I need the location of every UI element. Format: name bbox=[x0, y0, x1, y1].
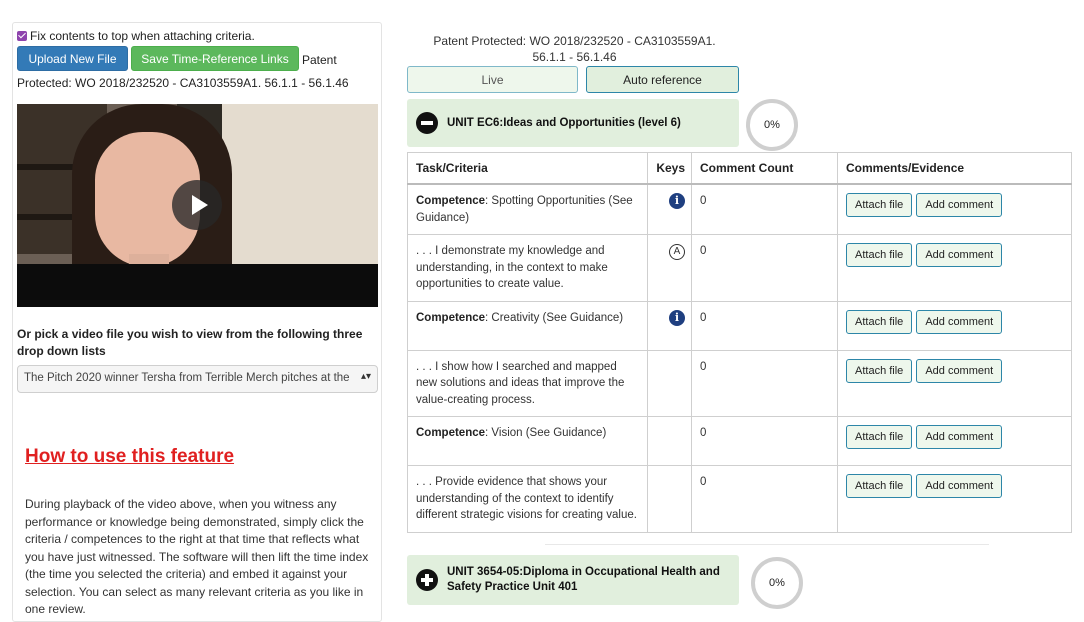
table-row[interactable]: . . . I show how I searched and mapped n… bbox=[407, 349, 1072, 417]
keys-cell: i bbox=[647, 183, 692, 235]
add-comment-button[interactable]: Add comment bbox=[916, 358, 1003, 383]
criteria-cell[interactable]: . . . Provide evidence that shows your u… bbox=[407, 465, 648, 533]
select-arrows-icon: ▴▾ bbox=[360, 371, 371, 382]
patent-text-inline: Patent bbox=[302, 53, 337, 67]
pick-video-label: Or pick a video file you wish to view fr… bbox=[17, 327, 363, 358]
comments-cell: Attach file Add comment bbox=[837, 349, 1072, 417]
attach-file-button[interactable]: Attach file bbox=[846, 193, 913, 217]
comments-cell: Attach file Add comment bbox=[837, 416, 1072, 466]
criteria-text: . . . I demonstrate my knowledge and und… bbox=[416, 245, 608, 290]
assessment-a-icon[interactable]: A bbox=[669, 244, 685, 260]
table-row[interactable]: . . . Provide evidence that shows your u… bbox=[407, 465, 1072, 533]
criteria-cell[interactable]: . . . I show how I searched and mapped n… bbox=[407, 349, 648, 417]
comment-count-cell: 0 bbox=[691, 465, 838, 533]
save-time-reference-links-button[interactable]: Save Time-Reference Links bbox=[131, 46, 299, 71]
criteria-label: Competence bbox=[416, 195, 486, 207]
table-row[interactable]: Competence: Spotting Opportunities (See … bbox=[407, 183, 1072, 235]
criteria-label: Competence bbox=[416, 311, 486, 324]
keys-cell: A bbox=[647, 234, 692, 302]
video-select-value: The Pitch 2020 winner Tersha from Terrib… bbox=[24, 372, 350, 384]
table-row[interactable]: Competence: Creativity (See Guidance) i … bbox=[407, 300, 1072, 351]
auto-reference-button[interactable]: Auto reference bbox=[586, 66, 739, 93]
unit-ec6-header[interactable]: UNIT EC6:Ideas and Opportunities (level … bbox=[407, 99, 739, 147]
attach-file-button[interactable]: Attach file bbox=[846, 243, 913, 267]
section-divider bbox=[545, 544, 989, 545]
instructions-text: During playback of the video above, when… bbox=[25, 497, 369, 616]
expand-plus-icon[interactable] bbox=[416, 569, 438, 591]
criteria-cell[interactable]: Competence: Vision (See Guidance) bbox=[407, 416, 648, 466]
comments-cell: Attach file Add comment bbox=[837, 183, 1072, 235]
table-row[interactable]: . . . I demonstrate my knowledge and und… bbox=[407, 234, 1072, 302]
add-comment-button[interactable]: Add comment bbox=[916, 425, 1003, 449]
attach-file-button[interactable]: Attach file bbox=[846, 474, 913, 498]
add-comment-button[interactable]: Add comment bbox=[916, 309, 1003, 334]
video-player[interactable] bbox=[17, 104, 378, 307]
play-icon bbox=[192, 195, 208, 215]
attach-file-button[interactable]: Attach file bbox=[846, 425, 913, 449]
add-comment-button[interactable]: Add comment bbox=[916, 474, 1003, 498]
play-button[interactable] bbox=[172, 180, 222, 230]
keys-header: Keys bbox=[647, 152, 692, 185]
unit-3654-title: UNIT 3654-05:Diploma in Occupational Hea… bbox=[447, 565, 720, 595]
how-to-use-heading[interactable]: How to use this feature bbox=[25, 446, 234, 468]
keys-cell bbox=[647, 416, 692, 466]
live-button[interactable]: Live bbox=[407, 66, 578, 93]
criteria-text: : Creativity (See Guidance) bbox=[485, 311, 624, 324]
criteria-table: Task/Criteria Keys Comment Count Comment… bbox=[407, 152, 1072, 533]
keys-cell: i bbox=[647, 300, 692, 351]
criteria-label: Competence bbox=[416, 427, 486, 439]
criteria-cell[interactable]: Competence: Spotting Opportunities (See … bbox=[407, 183, 648, 235]
keys-cell bbox=[647, 465, 692, 533]
criteria-text: : Vision (See Guidance) bbox=[485, 427, 607, 439]
comment-count-cell: 0 bbox=[691, 234, 838, 302]
video-select-dropdown[interactable]: The Pitch 2020 winner Tersha from Terrib… bbox=[17, 365, 378, 393]
add-comment-button[interactable]: Add comment bbox=[916, 193, 1003, 217]
table-header-row: Task/Criteria Keys Comment Count Comment… bbox=[407, 152, 1072, 185]
comment-count-cell: 0 bbox=[691, 349, 838, 417]
criteria-cell[interactable]: Competence: Creativity (See Guidance) bbox=[407, 300, 648, 351]
task-criteria-header: Task/Criteria bbox=[407, 152, 648, 185]
info-icon[interactable]: i bbox=[669, 193, 685, 209]
unit-3654-title-line1: UNIT 3654-05:Diploma in Occupational Hea… bbox=[447, 566, 720, 578]
collapse-minus-icon[interactable] bbox=[416, 112, 438, 134]
table-row[interactable]: Competence: Vision (See Guidance) 0 Atta… bbox=[407, 416, 1072, 466]
upload-new-file-button[interactable]: Upload New File bbox=[17, 46, 128, 71]
comments-evidence-header: Comments/Evidence bbox=[837, 152, 1072, 185]
minus-bar bbox=[421, 121, 433, 125]
unit-ec6-title: UNIT EC6:Ideas and Opportunities (level … bbox=[447, 117, 681, 129]
comment-count-cell: 0 bbox=[691, 300, 838, 351]
video-panel: Fix contents to top when attaching crite… bbox=[12, 22, 382, 622]
plus-bar-v bbox=[425, 574, 429, 586]
unit-3654-header[interactable]: UNIT 3654-05:Diploma in Occupational Hea… bbox=[407, 555, 739, 605]
patent-header-line1: Patent Protected: WO 2018/232520 - CA310… bbox=[433, 34, 716, 48]
patent-header: Patent Protected: WO 2018/232520 - CA310… bbox=[407, 33, 742, 65]
unit-3654-title-line2: Safety Practice Unit 401 bbox=[447, 581, 578, 593]
fix-contents-label: Fix contents to top when attaching crite… bbox=[30, 29, 255, 43]
patent-text: Protected: WO 2018/232520 - CA3103559A1.… bbox=[17, 76, 349, 90]
add-comment-button[interactable]: Add comment bbox=[916, 243, 1003, 267]
criteria-cell[interactable]: . . . I demonstrate my knowledge and und… bbox=[407, 234, 648, 302]
patent-header-line2: 56.1.1 - 56.1.46 bbox=[532, 50, 617, 64]
comments-cell: Attach file Add comment bbox=[837, 300, 1072, 351]
criteria-text: . . . Provide evidence that shows your u… bbox=[416, 476, 637, 521]
comment-count-cell: 0 bbox=[691, 416, 838, 466]
criteria-text: . . . I show how I searched and mapped n… bbox=[416, 360, 625, 406]
keys-cell bbox=[647, 349, 692, 417]
comment-count-header: Comment Count bbox=[691, 152, 838, 185]
attach-file-button[interactable]: Attach file bbox=[846, 358, 913, 383]
comment-count-cell: 0 bbox=[691, 183, 838, 235]
video-frame-clothing bbox=[17, 264, 378, 307]
fix-contents-row[interactable]: Fix contents to top when attaching crite… bbox=[17, 29, 255, 43]
unit-3654-progress: 0% bbox=[751, 557, 803, 609]
comments-cell: Attach file Add comment bbox=[837, 465, 1072, 533]
info-icon[interactable]: i bbox=[669, 309, 685, 326]
comments-cell: Attach file Add comment bbox=[837, 234, 1072, 302]
attach-file-button[interactable]: Attach file bbox=[846, 309, 913, 334]
unit-ec6-progress: 0% bbox=[746, 99, 798, 151]
fix-contents-checkbox[interactable] bbox=[17, 31, 27, 41]
